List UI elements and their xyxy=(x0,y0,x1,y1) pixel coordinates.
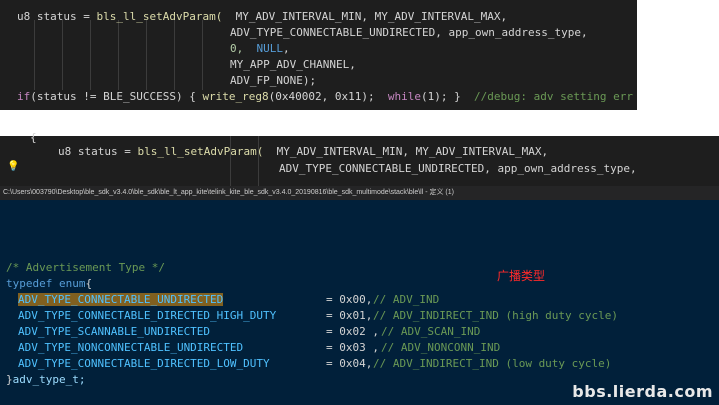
code-line-6[interactable]: if(status != BLE_SUCCESS) { write_reg8(0… xyxy=(17,89,633,105)
enum-name: ADV_TYPE_CONNECTABLE_UNDIRECTED xyxy=(18,293,224,306)
open-brace: { xyxy=(85,277,93,290)
middle-code-editor: { u8 status = bls_ll_setAdvParam( MY_ADV… xyxy=(0,131,719,186)
code-text: u8 status = xyxy=(17,10,97,23)
typedef-line[interactable]: typedef enum{ xyxy=(6,276,92,292)
code-line-4[interactable]: MY_APP_ADV_CHANNEL, xyxy=(230,57,356,73)
enum-comment: // ADV_SCAN_IND xyxy=(381,325,481,338)
peek-definition-path-bar[interactable]: C:\Users\003790\Desktop\ble_sdk_v3.4.0\b… xyxy=(0,186,719,200)
code-text: (1); } xyxy=(421,90,474,103)
code-line-1[interactable]: u8 status = bls_ll_setAdvParam( MY_ADV_I… xyxy=(17,9,507,25)
enum-comment: // ADV_NONCONN_IND xyxy=(381,341,501,354)
indent-guide xyxy=(174,20,175,90)
code-text: MY_ADV_INTERVAL_MIN, MY_ADV_INTERVAL_MAX… xyxy=(222,10,508,23)
site-watermark: bbs.lierda.com xyxy=(572,382,713,401)
enum-value: = 0x01, xyxy=(326,309,373,322)
code-text: u8 status = xyxy=(58,145,138,158)
enum-definition-view: /* Advertisement Type */ typedef enum{ A… xyxy=(0,200,719,405)
code-line-2[interactable]: ADV_TYPE_CONNECTABLE_UNDIRECTED, app_own… xyxy=(230,25,588,41)
enum-comment: // ADV_IND xyxy=(373,293,440,306)
enum-item[interactable]: ADV_TYPE_SCANNABLE_UNDIRECTED xyxy=(18,324,210,340)
function-name: bls_ll_setAdvParam( xyxy=(137,145,264,158)
enum-value: = 0x03 , xyxy=(326,341,379,354)
indent-guide xyxy=(34,20,35,90)
enum-comment: // ADV_INDIRECT_IND (high duty cycle) xyxy=(373,309,619,322)
enum-comment: /* Advertisement Type */ xyxy=(6,261,165,274)
function-name: write_reg8 xyxy=(202,90,269,103)
function-name: bls_ll_setAdvParam( xyxy=(96,10,223,23)
code-brace: { xyxy=(30,131,37,144)
code-line-2[interactable]: ADV_TYPE_CONNECTABLE_UNDIRECTED, app_own… xyxy=(279,161,637,177)
code-text: MY_ADV_INTERVAL_MIN, MY_ADV_INTERVAL_MAX… xyxy=(263,145,549,158)
indent-guide xyxy=(62,20,63,90)
code-line-5[interactable]: ADV_FP_NONE); xyxy=(230,73,316,89)
indent-guide xyxy=(202,20,203,90)
enum-value: = 0x04, xyxy=(326,357,373,370)
code-text: (status != BLE_SUCCESS) { xyxy=(30,90,203,103)
indent-guide xyxy=(146,20,147,90)
code-number: 0, xyxy=(230,42,257,55)
enum-item[interactable]: ADV_TYPE_NONCONNECTABLE_UNDIRECTED xyxy=(18,340,243,356)
enum-item[interactable]: ADV_TYPE_CONNECTABLE_UNDIRECTED xyxy=(18,292,224,308)
enum-value: = 0x00, xyxy=(326,293,373,306)
typedef-keyword: typedef enum xyxy=(6,277,86,290)
enum-value: = 0x02 , xyxy=(326,325,379,338)
file-path: C:\Users\003790\Desktop\ble_sdk_v3.4.0\b… xyxy=(3,189,454,196)
enum-close-line[interactable]: }adv_type_t; xyxy=(6,372,85,388)
null-keyword: NULL xyxy=(256,42,284,55)
enum-item[interactable]: ADV_TYPE_CONNECTABLE_DIRECTED_LOW_DUTY xyxy=(18,356,270,372)
close-brace: } xyxy=(6,373,13,386)
if-keyword: if xyxy=(17,90,31,103)
lightbulb-icon[interactable]: 💡 xyxy=(7,161,19,172)
while-keyword: while xyxy=(387,90,422,103)
annotation-label: 广播类型 xyxy=(497,269,546,283)
type-name: adv_type_t; xyxy=(12,373,86,386)
indent-guide xyxy=(90,20,91,90)
indent-guide xyxy=(118,20,119,90)
enum-item[interactable]: ADV_TYPE_CONNECTABLE_DIRECTED_HIGH_DUTY xyxy=(18,308,276,324)
code-comment: //debug: adv setting err xyxy=(474,90,633,103)
enum-comment: // ADV_INDIRECT_IND (low duty cycle) xyxy=(373,357,612,370)
code-text: , xyxy=(283,42,290,55)
code-text: (0x40002, 0x11); xyxy=(268,90,388,103)
code-line-3[interactable]: 0, NULL, xyxy=(230,41,290,57)
top-code-editor: u8 status = bls_ll_setAdvParam( MY_ADV_I… xyxy=(0,0,637,110)
code-line-1[interactable]: u8 status = bls_ll_setAdvParam( MY_ADV_I… xyxy=(58,144,548,160)
